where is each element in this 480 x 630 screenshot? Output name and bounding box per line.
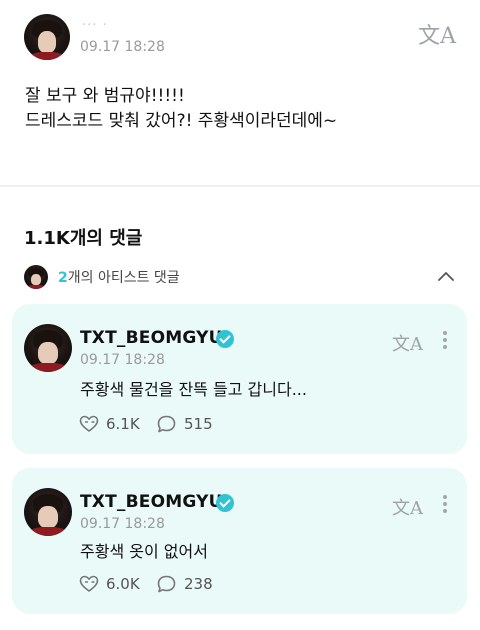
post-header: ··· · 09.17 18:28 文A: [24, 14, 456, 62]
artist-avatar: [24, 265, 48, 289]
reply-count: 238: [184, 575, 213, 593]
more-options-icon[interactable]: [442, 494, 448, 514]
reply-count: 515: [184, 415, 213, 433]
comment-count-heading: 1.1K개의 댓글: [24, 228, 143, 249]
reply-bubble-icon: [157, 415, 176, 433]
section-divider: [0, 185, 480, 187]
comment-author-name[interactable]: TXT_BEOMGYU: [80, 328, 223, 348]
comment-author-avatar[interactable]: [24, 324, 72, 372]
more-options-icon[interactable]: [442, 330, 448, 350]
verified-badge-icon: [216, 494, 234, 512]
comment-timestamp: 09.17 18:28: [80, 516, 165, 532]
artist-comment-card: TXT_BEOMGYU 09.17 18:28 文A 주황색 물건을 잔뜩 들고…: [12, 304, 467, 454]
like-count: 6.0K: [106, 575, 140, 593]
post-author-avatar[interactable]: [24, 14, 70, 60]
translate-icon[interactable]: 文A: [392, 494, 423, 520]
translate-icon[interactable]: 文A: [392, 330, 423, 356]
comment-timestamp: 09.17 18:28: [80, 352, 165, 368]
post-body-line: 드레스코드 맞춰 갔어?! 주황색이라던데에~: [25, 111, 338, 131]
heart-like-icon: [79, 415, 99, 432]
artist-comment-count: 2: [58, 270, 68, 286]
comment-author-name[interactable]: TXT_BEOMGYU: [80, 492, 223, 512]
heart-like-icon: [79, 575, 99, 592]
artist-comments-bar[interactable]: 2개의 아티스트 댓글: [24, 264, 456, 290]
comment-text: 주황색 옷이 없어서: [80, 542, 208, 561]
comment-author-avatar[interactable]: [24, 488, 72, 536]
verified-badge-icon: [216, 330, 234, 348]
post-body-line: 잘 보구 와 범규야!!!!!: [25, 86, 185, 106]
comment-text: 주황색 물건을 잔뜩 들고 갑니다...: [80, 380, 307, 399]
like-count: 6.1K: [106, 415, 140, 433]
translate-icon[interactable]: 文A: [418, 18, 456, 50]
reply-bubble-icon: [157, 575, 176, 593]
post-body: 잘 보구 와 범규야!!!!! 드레스코드 맞춰 갔어?! 주황색이라던데에~: [25, 84, 455, 134]
artist-comment-card: TXT_BEOMGYU 09.17 18:28 文A 주황색 옷이 없어서 6.…: [12, 468, 467, 614]
artist-comments-label: 2개의 아티스트 댓글: [58, 267, 180, 287]
post-author-name[interactable]: ··· ·: [82, 18, 108, 33]
post-timestamp: 09.17 18:28: [80, 39, 165, 55]
artist-comments-text: 개의 아티스트 댓글: [67, 270, 180, 286]
chevron-up-icon[interactable]: [438, 268, 454, 284]
